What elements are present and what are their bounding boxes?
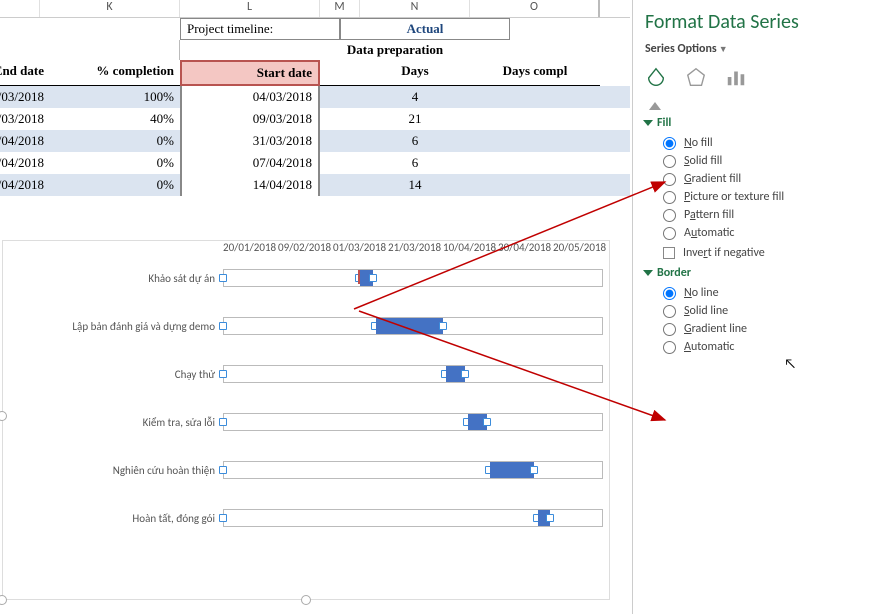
gantt-task-row[interactable]: Lập bản đánh giá và dựng demo (3, 302, 609, 350)
col-j[interactable]: J (0, 0, 40, 17)
col-m[interactable]: M (320, 0, 360, 17)
effects-icon[interactable] (685, 66, 707, 92)
fill-gradient-radio[interactable]: Gradient fill (663, 172, 877, 186)
table-row[interactable]: 13/04/20180%07/04/20186 (0, 152, 630, 174)
table-row[interactable]: 06/04/20180%31/03/20186 (0, 130, 630, 152)
border-gradient-radio[interactable]: Gradient line (663, 322, 877, 336)
fill-auto-radio[interactable]: Automatic (663, 226, 877, 240)
gantt-task-row[interactable]: Kiểm tra, sửa lỗi (3, 398, 609, 446)
header-pct[interactable]: % completion (50, 60, 180, 86)
mouse-cursor-icon: ↖ (784, 355, 796, 372)
task-bar[interactable] (490, 462, 534, 478)
task-label: Khảo sát dự án (3, 272, 223, 285)
gantt-task-row[interactable]: Nghiên cứu hoàn thiện (3, 446, 609, 494)
chart-resize-handle[interactable] (301, 595, 311, 605)
gantt-chart[interactable]: 20/01/201809/02/201801/03/201821/03/2018… (2, 240, 610, 600)
header-start-date[interactable]: Start date (180, 60, 320, 86)
task-bar[interactable] (376, 318, 443, 334)
header-days[interactable]: Days (360, 60, 470, 86)
table-row[interactable]: 08/03/2018100%04/03/20184 (0, 86, 630, 108)
pane-title: Format Data Series (645, 10, 877, 34)
header-days-compl[interactable]: Days compl (470, 60, 600, 86)
fill-picture-radio[interactable]: Picture or texture fill (663, 190, 877, 204)
series-options-dropdown[interactable]: Series Options▼ (645, 42, 877, 56)
col-k[interactable]: K (40, 0, 180, 17)
border-solid-radio[interactable]: Solid line (663, 304, 877, 318)
task-label: Nghiên cứu hoàn thiện (3, 464, 223, 477)
gantt-task-row[interactable]: Khảo sát dự án (3, 254, 609, 302)
fill-line-icon[interactable] (645, 66, 667, 92)
invert-if-negative-check[interactable]: Invert if negative (663, 246, 877, 260)
border-section-header[interactable]: Border (645, 266, 877, 280)
border-auto-radio[interactable]: Automatic (663, 340, 877, 354)
col-l[interactable]: L (180, 0, 320, 17)
gantt-task-row[interactable]: Chạy thử (3, 350, 609, 398)
header-end-date[interactable]: End date (0, 60, 50, 86)
section-title[interactable]: Data preparation (180, 40, 610, 60)
task-label: Lập bản đánh giá và dựng demo (3, 320, 223, 333)
column-letters: J K L M N O (0, 0, 630, 18)
task-label: Hoàn tất, đóng gói (3, 512, 223, 525)
project-timeline-value[interactable]: Actual (340, 18, 510, 40)
fill-solid-radio[interactable]: Solid fill (663, 154, 877, 168)
task-label: Chạy thử (3, 368, 223, 381)
col-n[interactable]: N (360, 0, 470, 17)
task-label: Kiểm tra, sửa lỗi (3, 416, 223, 429)
tab-indicator-icon (649, 102, 661, 110)
project-timeline-label[interactable]: Project timeline: (180, 18, 340, 40)
gantt-task-row[interactable]: Hoàn tất, đóng gói (3, 494, 609, 542)
fill-pattern-radio[interactable]: Pattern fill (663, 208, 877, 222)
chart-x-axis: 20/01/201809/02/201801/03/201821/03/2018… (223, 241, 609, 254)
fill-section-header[interactable]: Fill (645, 116, 877, 130)
fill-none-radio[interactable]: No fill (663, 136, 877, 150)
section-left[interactable]: al (0, 40, 180, 60)
border-none-radio[interactable]: No line (663, 286, 877, 300)
series-options-icon[interactable] (725, 66, 747, 92)
format-data-series-pane: Format Data Series Series Options▼ Fill … (632, 0, 889, 614)
col-o[interactable]: O (470, 0, 600, 17)
chevron-down-icon: ▼ (719, 44, 728, 55)
table-row[interactable]: 30/03/201840%09/03/201821 (0, 108, 630, 130)
table-row[interactable]: 28/04/20180%14/04/201814 (0, 174, 630, 196)
chart-resize-handle[interactable] (0, 595, 7, 605)
